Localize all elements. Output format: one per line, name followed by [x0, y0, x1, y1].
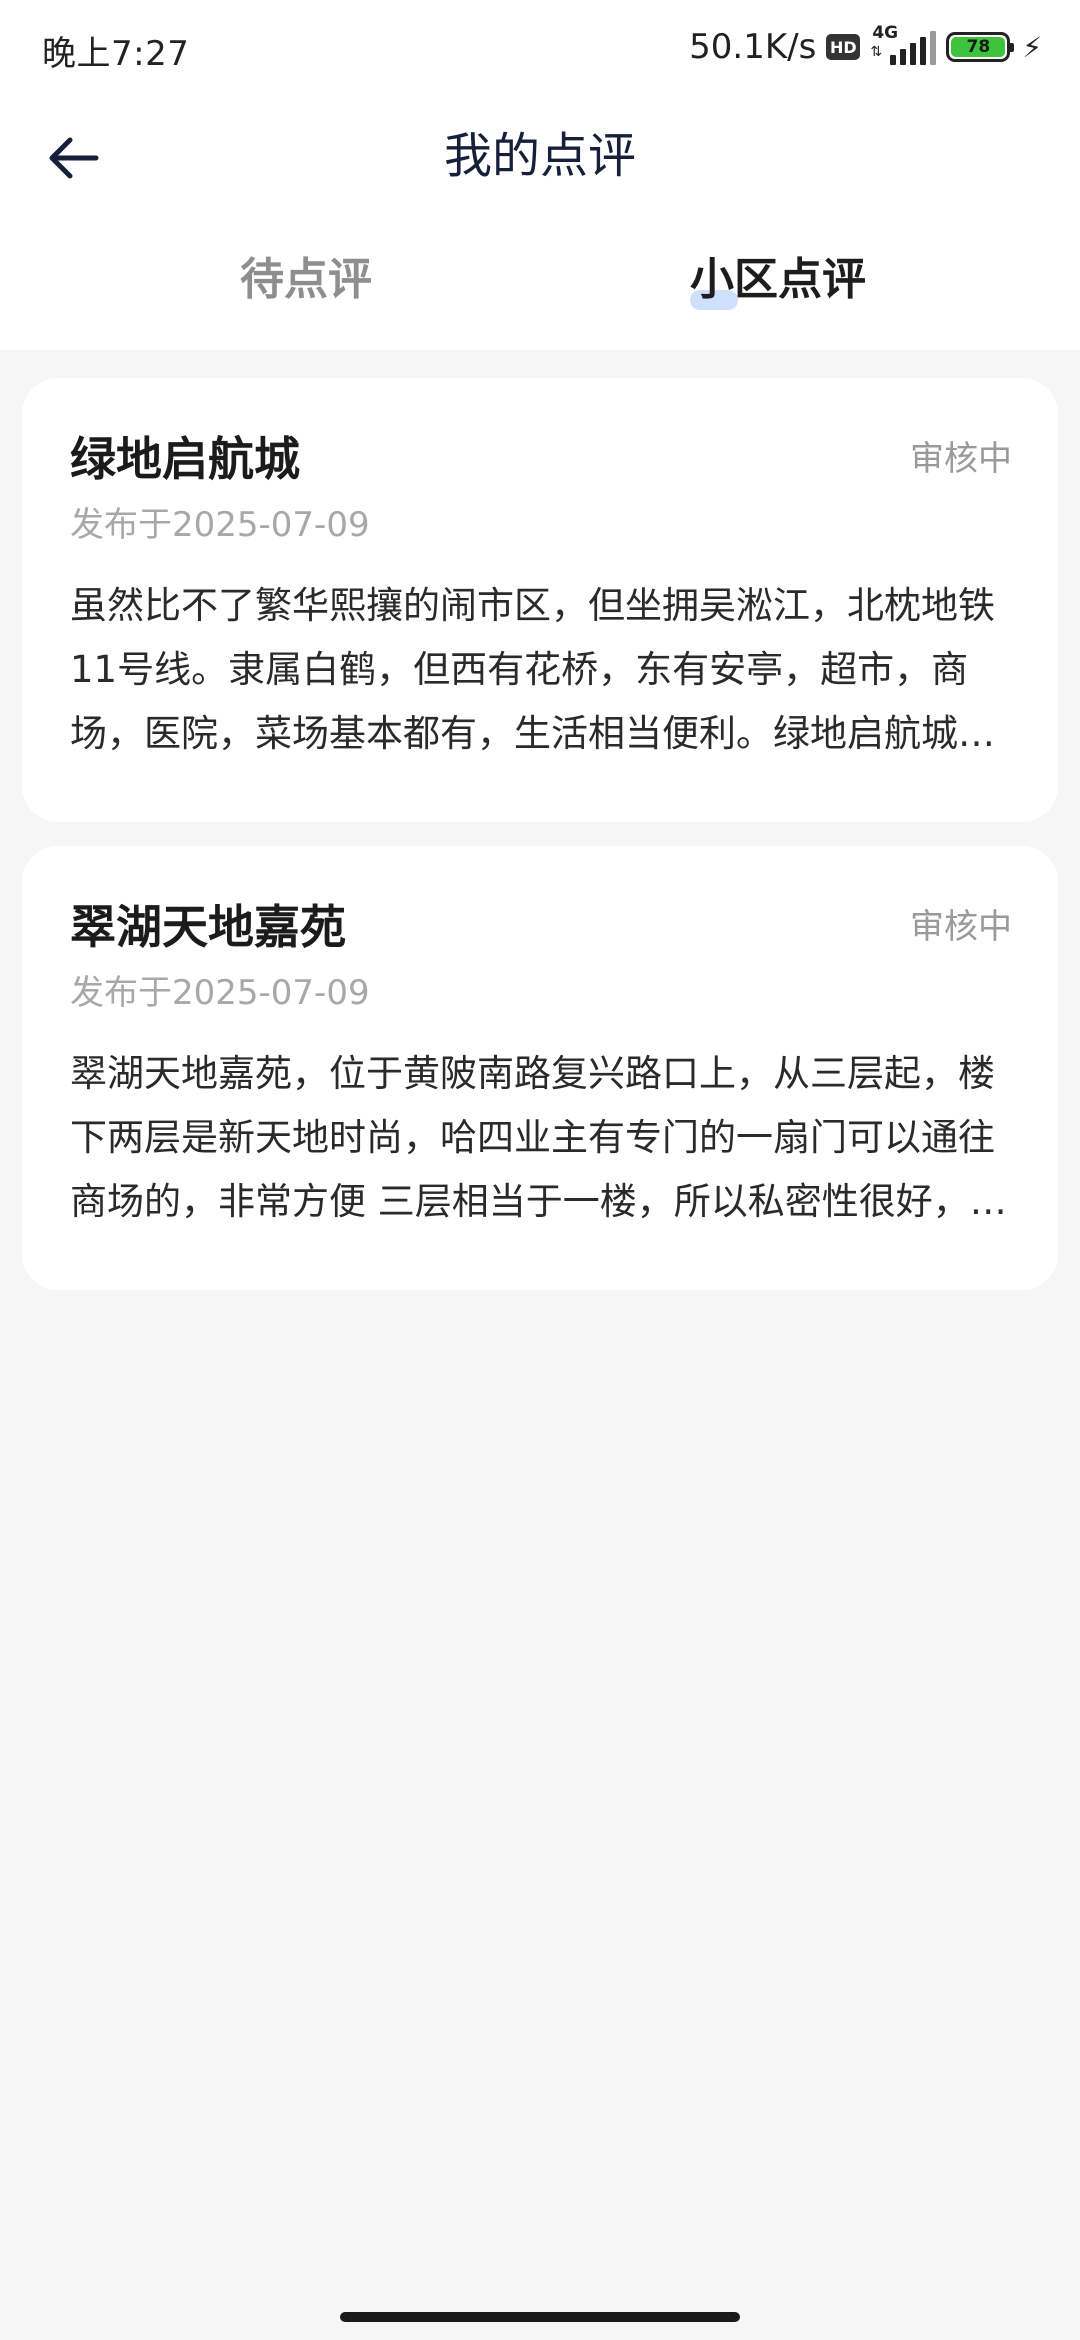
review-card[interactable]: 翠湖天地嘉苑 审核中 发布于2025-07-09 翠湖天地嘉苑，位于黄陂南路复兴… — [22, 846, 1058, 1290]
community-name: 绿地启航城 — [70, 432, 300, 486]
review-text: 翠湖天地嘉苑，位于黄陂南路复兴路口上，从三层起，楼下两层是新天地时尚，哈四业主有… — [70, 1052, 1007, 1223]
battery-icon: 78 — [946, 32, 1015, 62]
bolt-icon: ⚡ — [1022, 30, 1042, 64]
status-indicators: 50.1K/s HD 4G ⇅ 78 ⚡ — [689, 22, 1042, 72]
page-title: 我的点评 — [443, 128, 636, 184]
top-section: 晚上7:27 50.1K/s HD 4G ⇅ 78 ⚡ 我的点评 待点评 小区点… — [0, 0, 1080, 350]
status-bar: 晚上7:27 50.1K/s HD 4G ⇅ 78 ⚡ — [0, 0, 1080, 96]
publish-date: 发布于2025-07-09 — [70, 973, 370, 1013]
tab-label: 待点评 — [240, 254, 372, 305]
signal-bars-icon — [890, 31, 937, 65]
review-status: 审核中 — [910, 439, 1012, 479]
tab-community-review[interactable]: 小区点评 — [690, 248, 866, 312]
home-indicator[interactable] — [340, 2312, 740, 2322]
tab-label: 小区点评 — [690, 254, 866, 305]
battery-level: 78 — [951, 37, 1006, 57]
tab-pending-review[interactable]: 待点评 — [240, 248, 372, 312]
review-text: 虽然比不了繁华熙攘的闹市区，但坐拥吴淞江，北枕地铁11号线。隶属白鹤，但西有花桥… — [70, 584, 995, 755]
network-speed: 50.1K/s — [689, 27, 817, 67]
signal-icon: 4G ⇅ — [870, 23, 937, 67]
review-status: 审核中 — [910, 907, 1012, 947]
community-name: 翠湖天地嘉苑 — [70, 900, 346, 954]
status-time: 晚上7:27 — [42, 34, 190, 74]
publish-date: 发布于2025-07-09 — [70, 505, 370, 545]
data-arrows-icon: ⇅ — [870, 44, 883, 60]
review-card[interactable]: 绿地启航城 审核中 发布于2025-07-09 虽然比不了繁华熙攘的闹市区，但坐… — [22, 378, 1058, 822]
hd-badge-icon: HD — [826, 34, 861, 60]
